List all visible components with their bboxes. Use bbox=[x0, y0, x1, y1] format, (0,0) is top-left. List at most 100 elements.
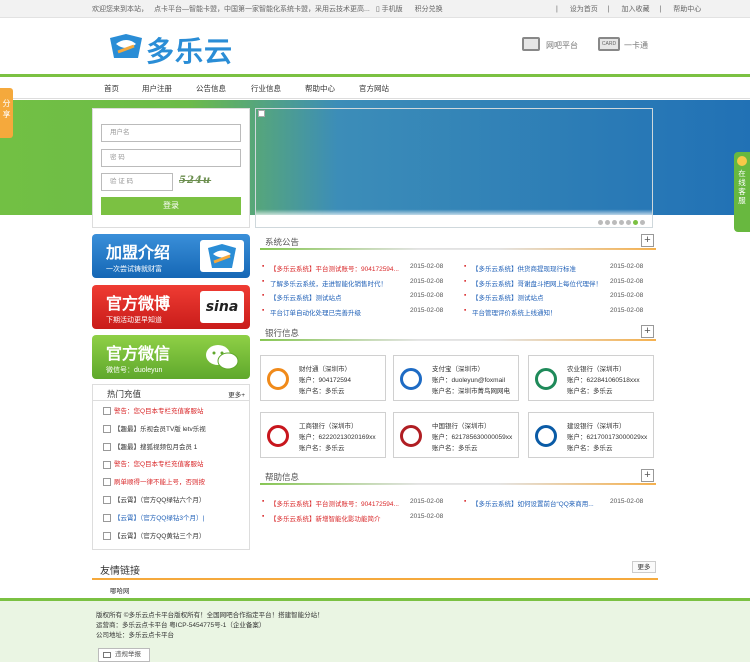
share-side-tab[interactable]: 分享 bbox=[0, 88, 13, 138]
hot-recharge-header: 热门充值 更多+ bbox=[93, 385, 249, 401]
news-link[interactable]: 【多乐云系统】哥谢盘斗把网上每位代理伴！ bbox=[472, 278, 602, 288]
slide-dot[interactable] bbox=[612, 220, 617, 225]
news-date: 2015-02-08 bbox=[610, 292, 644, 299]
bank-name: 中国银行（深圳市） bbox=[432, 423, 491, 430]
bank-account: 账户：duoleyun@foxmail bbox=[432, 377, 506, 384]
card-icon: CARD bbox=[598, 37, 620, 51]
hot-recharge-item-text: 【云霄】（官方QQ绿钻六个月） bbox=[114, 496, 206, 504]
hot-recharge-item[interactable]: 【云霄】（官方QQ绿钻3个月）| bbox=[103, 512, 206, 530]
news-link[interactable]: 平台订单自动化处理已完善升级 bbox=[270, 307, 361, 317]
system-notice-header: 系统公告 + bbox=[260, 233, 656, 250]
slide-dot[interactable] bbox=[619, 220, 624, 225]
slide-dot[interactable] bbox=[626, 220, 631, 225]
netcafe-platform-link[interactable]: 网吧平台 bbox=[546, 40, 578, 51]
promo-subtitle: 一次尝试铸就财富 bbox=[106, 266, 162, 273]
bank-logo-icon bbox=[267, 368, 289, 390]
mobile-link[interactable]: ▯ 手机版 bbox=[376, 6, 409, 13]
weibo-promo-button[interactable]: 官方微博 下期活动更早知道 sina bbox=[92, 285, 250, 329]
broken-image-icon bbox=[103, 496, 111, 505]
slide-dot[interactable] bbox=[605, 220, 610, 225]
bank-account: 账户：621785630000059xx bbox=[432, 434, 513, 441]
password-input[interactable]: 密 码 bbox=[101, 149, 241, 167]
bank-name: 支付宝（深圳市） bbox=[432, 366, 484, 373]
username-input[interactable]: 用户名 bbox=[101, 124, 241, 142]
add-favorite-link[interactable]: | 加入收藏 bbox=[608, 6, 650, 13]
friend-more-button[interactable]: 更多 bbox=[632, 561, 656, 573]
broken-image-icon bbox=[103, 531, 111, 540]
site-logo[interactable]: 多乐云 bbox=[108, 30, 248, 68]
news-link[interactable]: 【多乐云系统】测试站点 bbox=[270, 292, 342, 302]
franchise-promo-button[interactable]: 加盟介绍 一次尝试铸就财富 bbox=[92, 234, 250, 278]
expand-plus-icon[interactable]: + bbox=[641, 325, 654, 338]
service-face-icon bbox=[737, 156, 747, 166]
report-button[interactable]: 违规举报 bbox=[98, 648, 150, 662]
nav-industry[interactable]: 行业信息 bbox=[251, 83, 281, 94]
help-center-link[interactable]: | 帮助中心 bbox=[660, 6, 702, 13]
nav-home[interactable]: 首页 bbox=[104, 83, 119, 94]
hot-recharge-item[interactable]: 【趣最】搜狐视频包月会员 1 bbox=[103, 441, 206, 459]
expand-plus-icon[interactable]: + bbox=[641, 234, 654, 247]
bank-card[interactable]: 中国银行（深圳市） 账户：621785630000059xx 账户名：多乐云 bbox=[393, 412, 519, 458]
logo-mark-icon bbox=[110, 34, 142, 58]
hot-recharge-item[interactable]: 【云霄】（官方QQ黄钻三个月） bbox=[103, 530, 206, 548]
hot-recharge-item[interactable]: 【趣最】乐视会员TV版 letv乐视 bbox=[103, 423, 206, 441]
bank-card[interactable]: 支付宝（深圳市） 账户：duoleyun@foxmail 账户名：深圳市菁鸟网网电 bbox=[393, 355, 519, 401]
news-link[interactable]: 【多乐云系统】如何设置前台“QQ来商用... bbox=[472, 498, 594, 508]
slide-dot-active[interactable] bbox=[633, 220, 638, 225]
report-label: 违规举报 bbox=[115, 651, 141, 658]
hot-recharge-item[interactable]: 【云霄】（官方QQ绿钻六个月） bbox=[103, 494, 206, 512]
broken-image-icon bbox=[103, 425, 111, 434]
friend-link[interactable]: 哪哈网 bbox=[110, 585, 130, 595]
promo-title: 官方微博 bbox=[106, 294, 171, 313]
hot-recharge-item[interactable]: 警告：您Q目本专栏充值客服站 bbox=[103, 458, 206, 476]
news-link[interactable]: 【多乐云系统】新增智能化影功能简介 bbox=[270, 513, 381, 523]
bank-card[interactable]: 建设银行（深圳市） 账户：621700173000029xx 账户名：多乐云 bbox=[528, 412, 654, 458]
broken-image-icon bbox=[103, 478, 111, 487]
broken-image-icon bbox=[258, 110, 265, 117]
login-button[interactable]: 登录 bbox=[101, 197, 241, 215]
news-link[interactable]: 【多乐云系统】测试站点 bbox=[472, 292, 544, 302]
hot-recharge-item[interactable]: 刷单顺得一律不能上号，否则按 bbox=[103, 476, 206, 494]
captcha-image[interactable]: 524u bbox=[179, 175, 237, 189]
wechat-promo-button[interactable]: 官方微信 微信号：duoleyun bbox=[92, 335, 250, 379]
friend-links-title: 友情链接 bbox=[100, 566, 140, 577]
expand-plus-icon[interactable]: + bbox=[641, 469, 654, 482]
bank-logo-icon bbox=[400, 425, 422, 447]
bank-name: 农业银行（深圳市） bbox=[567, 366, 626, 373]
news-link[interactable]: 【多乐云系统】平台测试账号：904172594... bbox=[270, 498, 399, 508]
wechat-icon bbox=[200, 341, 244, 373]
bank-logo-icon bbox=[267, 425, 289, 447]
bank-name: 财付通（深圳市） bbox=[299, 366, 351, 373]
bullet-icon: ▪ bbox=[464, 277, 467, 285]
news-link[interactable]: 【多乐云系统】平台测试账号：904172594... bbox=[270, 263, 399, 273]
captcha-input[interactable]: 验 证 码 bbox=[101, 173, 173, 191]
slide-dot[interactable] bbox=[598, 220, 603, 225]
section-underline bbox=[260, 339, 656, 341]
main-nav: 首页 用户注册 公告信息 行业信息 帮助中心 官方网站 bbox=[0, 77, 750, 99]
monitor-icon bbox=[522, 37, 540, 51]
nav-announcements[interactable]: 公告信息 bbox=[196, 83, 226, 94]
bank-card[interactable]: 工商银行（深圳市） 账户：622202130201​69xx 账户名：多乐云 bbox=[260, 412, 386, 458]
online-service-tab[interactable]: 在线客服 bbox=[734, 152, 750, 232]
top-bar-right: | 设为首页 | 加入收藏 | 帮助中心 bbox=[546, 4, 701, 14]
bank-account-name: 账户名：多乐云 bbox=[567, 388, 613, 395]
bank-card[interactable]: 财付通（深圳市） 账户：904172594 账户名：多乐云 bbox=[260, 355, 386, 401]
hot-recharge-title: 热门充值 bbox=[107, 389, 142, 399]
one-card-link[interactable]: 一卡通 bbox=[624, 40, 648, 51]
hot-recharge-item[interactable]: 警告：您Q目本专栏充值客服站 bbox=[103, 405, 206, 423]
nav-help[interactable]: 帮助中心 bbox=[305, 83, 335, 94]
bullet-icon: ▪ bbox=[262, 513, 265, 520]
news-link[interactable]: 平台管理评价系统上线通知！ bbox=[472, 307, 557, 317]
hot-recharge-item-text: 【趣最】乐视会员TV版 letv乐视 bbox=[114, 425, 206, 433]
nav-register[interactable]: 用户注册 bbox=[142, 83, 172, 94]
news-link[interactable]: 【多乐云系统】供货商提现现行标准 bbox=[472, 263, 576, 273]
bank-card[interactable]: 农业银行（深圳市） 账户：622841060518xxx 账户名：多乐云 bbox=[528, 355, 654, 401]
hot-more-link[interactable]: 更多+ bbox=[228, 389, 245, 399]
slide-dot[interactable] bbox=[640, 220, 645, 225]
points-link[interactable]: 积分兑换 bbox=[415, 6, 443, 13]
news-link[interactable]: 了解多乐云系统，走进智能化销售时代！ bbox=[270, 278, 387, 288]
footer: 版权所有 ©多乐云点卡平台版权所有！全国网吧合作指定平台！搭建智能分站！ 运营商… bbox=[0, 598, 750, 662]
nav-official-site[interactable]: 官方网站 bbox=[359, 83, 389, 94]
set-homepage-link[interactable]: | 设为首页 bbox=[556, 6, 598, 13]
slideshow-fade bbox=[256, 109, 652, 227]
